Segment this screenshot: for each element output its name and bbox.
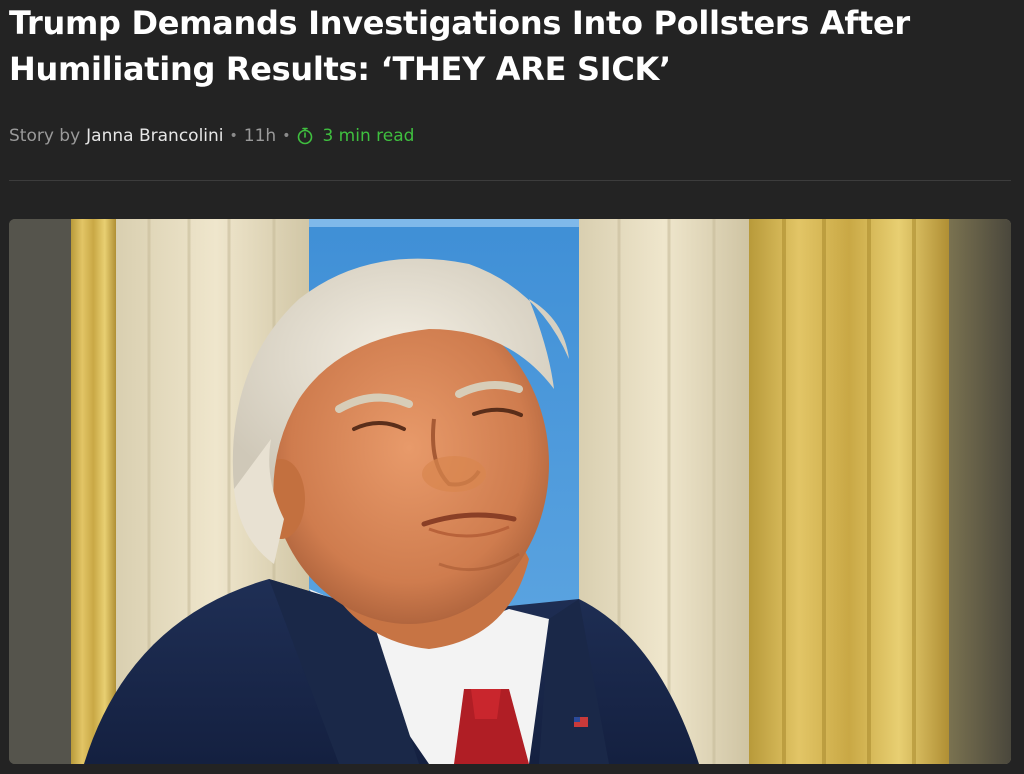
- read-time: 3 min read: [296, 126, 414, 146]
- hero-photo: [9, 219, 1011, 764]
- timer-icon: [296, 127, 314, 145]
- hero-image[interactable]: [9, 219, 1011, 764]
- byline: Story by Janna Brancolini • 11h • 3 min …: [9, 122, 414, 150]
- byline-separator: •: [282, 128, 291, 144]
- published-age: 11h: [243, 126, 277, 146]
- article-headline: Trump Demands Investigations Into Pollst…: [9, 4, 910, 88]
- article: Trump Demands Investigations Into Pollst…: [0, 0, 1024, 774]
- divider: [9, 180, 1011, 181]
- author-link[interactable]: Janna Brancolini: [86, 126, 223, 146]
- read-time-label: 3 min read: [322, 126, 415, 146]
- byline-prefix: Story by: [9, 126, 81, 146]
- byline-separator: •: [229, 128, 238, 144]
